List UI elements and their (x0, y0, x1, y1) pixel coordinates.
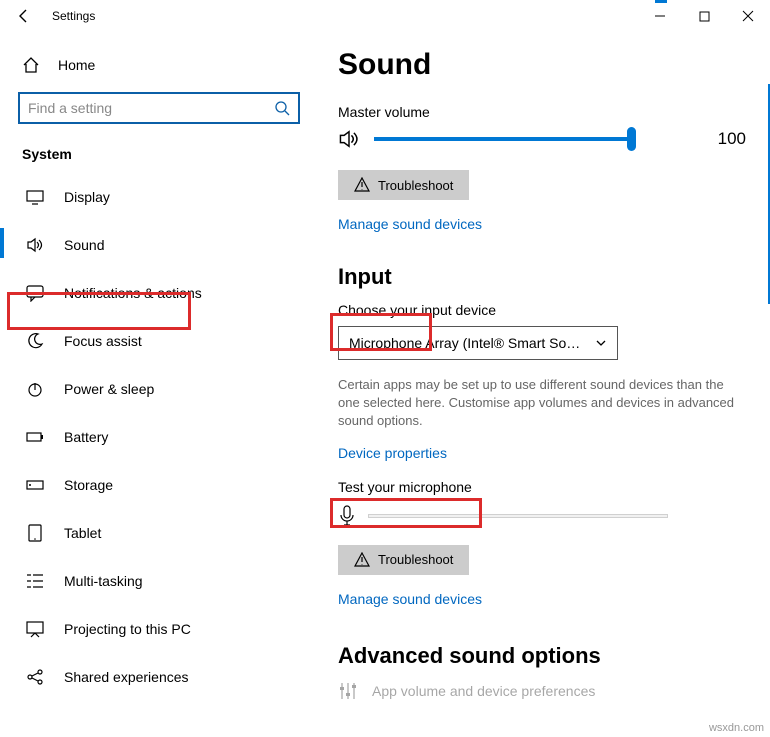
search-field[interactable] (28, 100, 274, 116)
manage-input-link[interactable]: Manage sound devices (338, 591, 482, 607)
maximize-icon (699, 11, 710, 22)
nav-list: Display Sound Notifications & actions Fo… (18, 184, 294, 690)
test-mic-label: Test your microphone (338, 479, 746, 495)
battery-icon (26, 428, 44, 446)
home-label: Home (58, 57, 95, 73)
sidebar-item-label: Multi-tasking (64, 573, 143, 589)
input-note: Certain apps may be set up to use differ… (338, 376, 746, 431)
storage-icon (26, 476, 44, 494)
arrow-left-icon (16, 8, 32, 24)
selected-device: Microphone Array (Intel® Smart So… (349, 335, 580, 351)
sidebar-item-label: Battery (64, 429, 108, 445)
choose-input-label: Choose your input device (338, 302, 746, 318)
sidebar-item-battery[interactable]: Battery (18, 424, 294, 450)
sidebar-item-label: Projecting to this PC (64, 621, 191, 637)
volume-value: 100 (718, 129, 746, 149)
troubleshoot-input-button[interactable]: Troubleshoot (338, 545, 469, 575)
master-volume-row: 100 (338, 128, 746, 150)
sidebar-item-power[interactable]: Power & sleep (18, 376, 294, 402)
share-icon (26, 668, 44, 686)
input-device-select[interactable]: Microphone Array (Intel® Smart So… (338, 326, 618, 360)
warning-icon (354, 177, 370, 193)
sidebar-item-label: Power & sleep (64, 381, 154, 397)
sidebar-item-label: Sound (64, 237, 104, 253)
titlebar: Settings (0, 0, 770, 32)
troubleshoot-output-button[interactable]: Troubleshoot (338, 170, 469, 200)
device-properties-link[interactable]: Device properties (338, 445, 447, 461)
chat-icon (26, 284, 44, 302)
sidebar-item-multitasking[interactable]: Multi-tasking (18, 568, 294, 594)
minimize-icon (654, 10, 666, 22)
mic-level-bar (368, 514, 668, 518)
page-title: Sound (338, 48, 746, 82)
master-volume-label: Master volume (338, 104, 746, 120)
search-icon (274, 100, 290, 116)
home-link[interactable]: Home (22, 56, 294, 74)
home-icon (22, 56, 40, 74)
sidebar-item-display[interactable]: Display (18, 184, 294, 210)
watermark: wsxdn.com (709, 722, 764, 734)
sidebar-item-sound[interactable]: Sound (18, 232, 294, 258)
sidebar-item-storage[interactable]: Storage (18, 472, 294, 498)
close-button[interactable] (726, 0, 770, 32)
app-title: Settings (52, 9, 95, 23)
sidebar-item-label: Notifications & actions (64, 285, 202, 301)
advanced-row-label: App volume and device preferences (372, 683, 595, 699)
sound-icon (26, 236, 44, 254)
button-label: Troubleshoot (378, 552, 453, 567)
maximize-button[interactable] (682, 0, 726, 32)
sidebar: Home System Display Sound Notifications … (0, 32, 312, 737)
volume-slider[interactable] (374, 137, 634, 141)
sliders-icon (338, 681, 358, 701)
group-title: System (22, 146, 294, 162)
sidebar-item-label: Shared experiences (64, 669, 189, 685)
content-pane: Sound Master volume 100 Troubleshoot Man… (312, 32, 770, 737)
sidebar-item-shared[interactable]: Shared experiences (18, 664, 294, 690)
project-icon (26, 620, 44, 638)
search-input[interactable] (18, 92, 300, 124)
volume-thumb[interactable] (627, 127, 636, 151)
minimize-button[interactable] (638, 0, 682, 32)
multitask-icon (26, 572, 44, 590)
speaker-icon (338, 128, 360, 150)
sidebar-item-label: Storage (64, 477, 113, 493)
sidebar-item-projecting[interactable]: Projecting to this PC (18, 616, 294, 642)
mic-test-row (338, 505, 746, 527)
chevron-down-icon (595, 337, 607, 349)
back-button[interactable] (10, 2, 38, 30)
button-label: Troubleshoot (378, 178, 453, 193)
advanced-heading: Advanced sound options (338, 643, 746, 669)
manage-output-link[interactable]: Manage sound devices (338, 216, 482, 232)
microphone-icon (338, 505, 356, 527)
sidebar-item-label: Tablet (64, 525, 101, 541)
advanced-row[interactable]: App volume and device preferences (338, 681, 746, 701)
sidebar-item-tablet[interactable]: Tablet (18, 520, 294, 546)
sidebar-item-label: Focus assist (64, 333, 142, 349)
sidebar-item-focus[interactable]: Focus assist (18, 328, 294, 354)
input-heading: Input (338, 264, 746, 290)
warning-icon (354, 552, 370, 568)
sidebar-item-label: Display (64, 189, 110, 205)
accent-strip (655, 0, 667, 3)
display-icon (26, 188, 44, 206)
sidebar-item-notifications[interactable]: Notifications & actions (18, 280, 294, 306)
power-icon (26, 380, 44, 398)
close-icon (742, 10, 754, 22)
moon-icon (26, 332, 44, 350)
tablet-icon (26, 524, 44, 542)
